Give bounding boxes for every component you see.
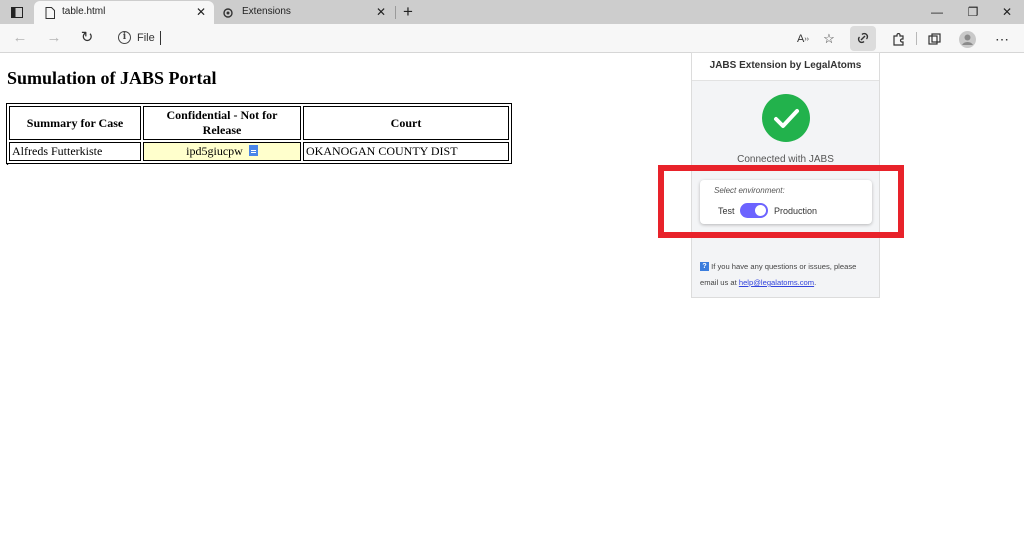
browser-toolbar: ← → ↻ i File A ›› ☆ ⋯ [0, 24, 1024, 53]
help-text: ? If you have any questions or issues, p… [700, 259, 875, 291]
minimize-button[interactable]: — [928, 3, 946, 21]
cell-court: OKANOGAN COUNTY DIST [303, 142, 509, 161]
refresh-button[interactable]: ↻ [78, 29, 96, 47]
tab-title: Extensions [242, 6, 291, 17]
popup-title: JABS Extension by LegalAtoms [692, 53, 879, 81]
close-tab-icon[interactable]: ✕ [194, 5, 208, 19]
confidential-value: ipd5giucpw [186, 144, 243, 158]
forward-button[interactable]: → [45, 29, 63, 47]
page-dot: . [6, 154, 9, 168]
text-cursor [160, 31, 161, 45]
info-icon[interactable]: i [118, 31, 131, 44]
tab-strip: table.html ✕ Extensions ✕ + — ❐ ✕ [0, 0, 1024, 24]
back-button[interactable]: ← [11, 29, 29, 47]
read-aloud-icon[interactable]: A ›› [794, 30, 812, 48]
connection-status: Connected with JABS [737, 154, 834, 165]
profile-avatar[interactable] [958, 30, 976, 48]
new-tab-button[interactable]: + [399, 3, 417, 21]
gear-icon [222, 6, 234, 19]
success-check-icon [762, 94, 810, 142]
tab-actions-button[interactable] [6, 3, 28, 21]
page-title: Sumulation of JABS Portal [7, 68, 217, 88]
more-options-icon[interactable]: ⋯ [993, 30, 1011, 48]
highlight-box [658, 165, 904, 238]
collections-icon[interactable] [925, 30, 943, 48]
favorite-star-icon[interactable]: ☆ [820, 30, 838, 48]
toolbar-divider [916, 32, 917, 45]
table-header-row: Summary for Case Confidential - Not for … [9, 106, 509, 140]
table-row: Alfreds Futterkiste ipd5giucpw OKANOGAN … [9, 142, 509, 161]
header-court: Court [303, 106, 509, 140]
question-icon: ? [700, 262, 709, 271]
address-bar[interactable]: i File [108, 27, 908, 50]
address-scheme: File [137, 32, 155, 44]
case-table: Summary for Case Confidential - Not for … [6, 103, 512, 164]
tab-table-html[interactable]: table.html ✕ [34, 1, 214, 24]
window-menu-icon [11, 6, 23, 18]
document-icon[interactable] [248, 145, 258, 156]
tab-title: table.html [62, 6, 106, 17]
link-icon [857, 32, 869, 44]
close-window-button[interactable]: ✕ [998, 3, 1016, 21]
extensions-puzzle-icon[interactable] [889, 30, 907, 48]
tab-extensions[interactable]: Extensions ✕ [216, 1, 394, 24]
header-confidential: Confidential - Not for Release [143, 106, 301, 140]
file-icon [44, 6, 56, 19]
jabs-extension-button[interactable] [850, 26, 876, 51]
close-tab-icon[interactable]: ✕ [374, 5, 388, 19]
header-summary: Summary for Case [9, 106, 141, 140]
cell-summary: Alfreds Futterkiste [9, 142, 141, 161]
restore-button[interactable]: ❐ [964, 3, 982, 21]
help-email-link[interactable]: help@legalatoms.com [739, 278, 814, 287]
help-suffix: . [814, 278, 817, 287]
cell-confidential: ipd5giucpw [143, 142, 301, 161]
tab-divider [395, 6, 396, 19]
